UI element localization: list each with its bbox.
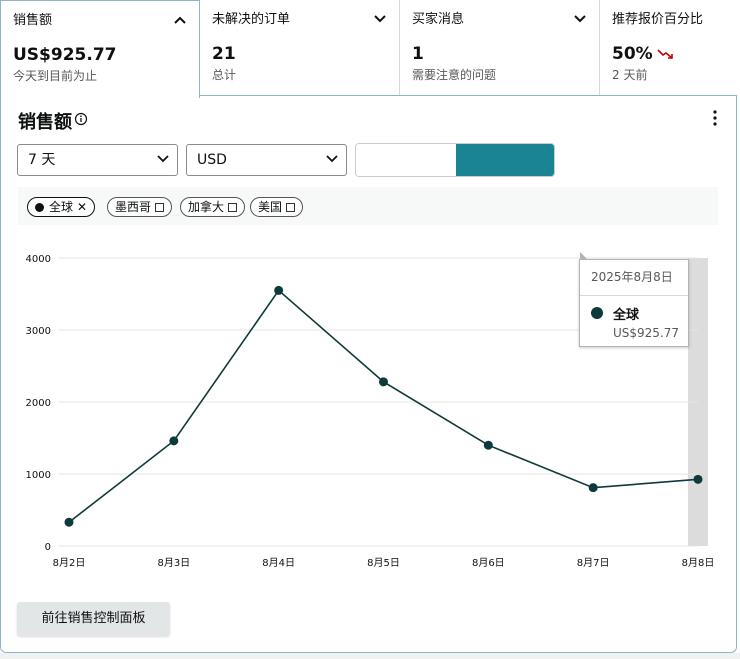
card-buyer-messages-label: 买家消息 bbox=[412, 12, 465, 27]
chevron-down-icon bbox=[326, 155, 338, 163]
filter-chip-canada[interactable]: 加拿大 bbox=[180, 197, 246, 217]
data-point bbox=[379, 377, 388, 387]
filter-chip-label: 墨西哥 bbox=[115, 200, 152, 214]
card-sales-value: US$925.77 bbox=[13, 45, 117, 65]
tooltip-series: 全球 bbox=[613, 308, 640, 323]
filter-chip-usa[interactable]: 美国 bbox=[250, 197, 304, 217]
goto-sales-dashboard-button[interactable]: 前往销售控制面板 bbox=[17, 602, 170, 636]
checkbox-icon bbox=[286, 203, 296, 212]
x-tick-label: 8月7日 bbox=[577, 557, 610, 569]
filter-chip-label: 全球 bbox=[49, 200, 74, 214]
close-icon[interactable]: ✕ bbox=[77, 200, 87, 214]
card-buyer-messages-sub: 需要注意的问题 bbox=[412, 68, 497, 82]
y-tick-label: 2000 bbox=[26, 398, 51, 409]
x-tick-label: 8月6日 bbox=[472, 557, 505, 569]
period-select[interactable]: 7 天 bbox=[17, 144, 178, 176]
series-dot-icon bbox=[591, 307, 603, 319]
data-point bbox=[169, 436, 179, 446]
toggle-option-right[interactable] bbox=[456, 144, 554, 176]
toggle-option-left[interactable] bbox=[356, 144, 456, 176]
page-bottom-edge bbox=[0, 653, 740, 659]
period-select-value: 7 天 bbox=[28, 152, 56, 168]
x-tick-label: 8月2日 bbox=[53, 557, 86, 569]
more-options-icon[interactable] bbox=[712, 110, 718, 126]
chevron-down-icon[interactable] bbox=[373, 14, 387, 24]
y-tick-label: 0 bbox=[45, 542, 51, 553]
card-open-orders-sub: 总计 bbox=[212, 68, 237, 82]
card-sales[interactable]: 销售额 US$925.77 今天到目前为止 bbox=[0, 0, 200, 98]
card-open-orders-label: 未解决的订单 bbox=[212, 12, 291, 27]
trend-down-icon bbox=[657, 49, 673, 59]
filter-chip-label: 美国 bbox=[258, 200, 283, 214]
checkbox-icon bbox=[228, 203, 238, 212]
tooltip-value: US$925.77 bbox=[613, 326, 680, 340]
data-point bbox=[693, 474, 703, 484]
metric-cards: 销售额 US$925.77 今天到目前为止 未解决的订单 21 总计 买家消息 … bbox=[0, 0, 740, 98]
chevron-up-icon[interactable] bbox=[173, 15, 187, 25]
y-tick-label: 1000 bbox=[26, 470, 51, 481]
x-tick-label: 8月5日 bbox=[367, 557, 400, 569]
card-buyer-messages[interactable]: 买家消息 1 需要注意的问题 bbox=[400, 0, 600, 96]
data-point bbox=[64, 517, 74, 527]
card-open-orders[interactable]: 未解决的订单 21 总计 bbox=[200, 0, 400, 96]
card-sales-label: 销售额 bbox=[13, 13, 53, 28]
card-featured-offer-value-row: 50% bbox=[612, 44, 728, 64]
view-toggle bbox=[355, 143, 555, 177]
filter-chip-mexico[interactable]: 墨西哥 bbox=[107, 197, 173, 217]
chevron-down-icon[interactable] bbox=[573, 14, 587, 24]
card-open-orders-value: 21 bbox=[212, 44, 236, 64]
tooltip-caret bbox=[580, 252, 588, 260]
currency-select[interactable]: USD bbox=[186, 144, 347, 176]
tooltip-date: 2025年8月8日 bbox=[580, 260, 688, 296]
data-point bbox=[483, 440, 493, 450]
card-featured-offer-sub: 2 天前 bbox=[612, 68, 648, 82]
x-tick-label: 8月4日 bbox=[262, 557, 295, 569]
card-featured-offer-label: 推荐报价百分比 bbox=[612, 12, 704, 27]
x-tick-label: 8月8日 bbox=[682, 557, 715, 569]
card-featured-offer-value: 50% bbox=[612, 44, 653, 64]
y-tick-label: 4000 bbox=[26, 254, 51, 265]
chevron-down-icon bbox=[157, 155, 169, 163]
sales-panel: 销售额 7 天 USD 全球 ✕ 墨西哥 加拿大 美国 0 1000 2000 3000… bbox=[0, 95, 737, 653]
card-featured-offer[interactable]: 推荐报价百分比 50% 2 天前 bbox=[600, 0, 740, 96]
currency-select-value: USD bbox=[197, 152, 227, 168]
data-point bbox=[274, 285, 284, 295]
data-point bbox=[588, 483, 598, 493]
x-tick-label: 8月3日 bbox=[157, 557, 190, 569]
y-tick-label: 3000 bbox=[26, 326, 51, 337]
filter-chip-global[interactable]: 全球 ✕ bbox=[27, 197, 96, 217]
series-dot-icon bbox=[35, 203, 44, 212]
info-icon[interactable] bbox=[74, 112, 88, 126]
filter-chip-label: 加拿大 bbox=[188, 200, 225, 214]
card-sales-sub: 今天到目前为止 bbox=[13, 69, 98, 83]
marketplace-filter-bar: 全球 ✕ 墨西哥 加拿大 美国 bbox=[18, 187, 718, 225]
chart-tooltip: 2025年8月8日 全球 US$925.77 bbox=[579, 252, 689, 347]
card-buyer-messages-value: 1 bbox=[412, 44, 424, 64]
checkbox-icon bbox=[155, 203, 165, 212]
panel-title: 销售额 bbox=[18, 112, 72, 133]
